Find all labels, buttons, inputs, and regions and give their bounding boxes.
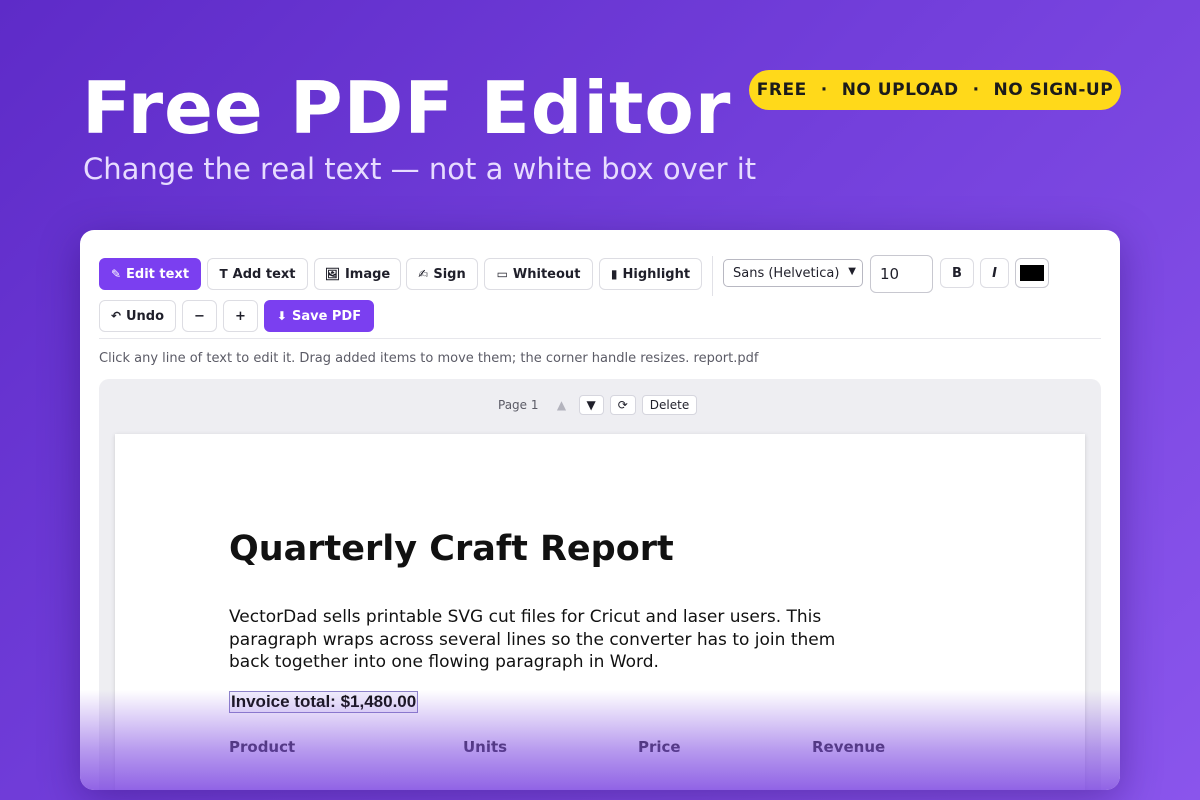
undo-icon: ↶ <box>110 309 121 323</box>
text-color-picker[interactable] <box>1015 258 1049 288</box>
hero-title: Free PDF Editor <box>82 66 732 150</box>
highlight-button[interactable]: ▮ Highlight <box>599 258 702 290</box>
editor-card: ✎ Edit text T Add text 🖼 Image ✍ Sign ▭ … <box>80 230 1120 790</box>
font-size-input[interactable]: 10 <box>870 255 933 293</box>
rotate-page-button[interactable]: ⟳ <box>609 395 636 415</box>
edit-text-button[interactable]: ✎ Edit text <box>99 258 201 290</box>
table-header-price[interactable]: Price <box>638 738 681 756</box>
font-family-select[interactable]: Sans (Helvetica) ▼ <box>723 259 863 287</box>
italic-button[interactable]: I <box>980 258 1009 288</box>
toolbar-divider <box>712 256 713 296</box>
add-text-button[interactable]: T Add text <box>207 258 308 290</box>
badge-item-free: FREE <box>756 80 807 100</box>
paragraph-line[interactable]: VectorDad sells printable SVG cut files … <box>229 606 869 629</box>
editor-hint: Click any line of text to edit it. Drag … <box>99 351 759 366</box>
table-header-units[interactable]: Units <box>463 738 507 756</box>
delete-page-button[interactable]: Delete <box>641 395 698 415</box>
hero-subtitle: Change the real text — not a white box o… <box>83 152 757 186</box>
document-title[interactable]: Quarterly Craft Report <box>229 529 674 569</box>
badge-item-no-upload: NO UPLOAD <box>841 80 959 100</box>
page-label: Page 1 <box>498 398 539 412</box>
whiteout-button[interactable]: ▭ Whiteout <box>484 258 593 290</box>
image-button[interactable]: 🖼 Image <box>314 258 401 290</box>
zoom-out-button[interactable]: − <box>182 300 217 332</box>
badge-separator: · <box>820 80 828 100</box>
download-icon: ⬇ <box>276 309 287 323</box>
highlighter-icon: ▮ <box>610 267 618 281</box>
bold-button[interactable]: B <box>940 258 974 288</box>
pencil-icon: ✎ <box>110 267 122 281</box>
rectangle-icon: ▭ <box>496 267 508 281</box>
feature-badge: FREE · NO UPLOAD · NO SIGN-UP <box>749 70 1121 110</box>
toolbar-divider-line <box>99 338 1101 339</box>
pdf-page: Quarterly Craft Report VectorDad sells p… <box>115 434 1085 790</box>
table-header-revenue[interactable]: Revenue <box>812 738 885 756</box>
zoom-in-button[interactable]: + <box>223 300 258 332</box>
signature-icon: ✍ <box>418 267 429 281</box>
badge-item-no-signup: NO SIGN-UP <box>993 80 1114 100</box>
paragraph-line[interactable]: paragraph wraps across several lines so … <box>229 629 869 652</box>
move-page-up-button[interactable]: ▲ <box>551 398 573 412</box>
paragraph-line[interactable]: back together into one flowing paragraph… <box>229 651 869 674</box>
page-controls: Page 1 ▲ ▼ ⟳ Delete <box>498 395 698 415</box>
sign-button[interactable]: ✍ Sign <box>406 258 478 290</box>
save-pdf-button[interactable]: ⬇ Save PDF <box>264 300 374 332</box>
invoice-total-line[interactable]: Invoice total: $1,480.00 <box>229 691 419 713</box>
color-swatch <box>1020 265 1044 281</box>
move-page-down-button[interactable]: ▼ <box>578 395 604 415</box>
text-icon: T <box>219 267 228 281</box>
table-header-product[interactable]: Product <box>229 738 295 756</box>
chevron-down-icon: ▼ <box>848 266 856 277</box>
document-paragraph: VectorDad sells printable SVG cut files … <box>229 606 869 674</box>
image-icon: 🖼 <box>324 267 340 281</box>
badge-separator: · <box>972 80 980 100</box>
undo-button[interactable]: ↶ Undo <box>99 300 176 332</box>
pdf-viewer: Page 1 ▲ ▼ ⟳ Delete Quarterly Craft Repo… <box>99 379 1101 790</box>
